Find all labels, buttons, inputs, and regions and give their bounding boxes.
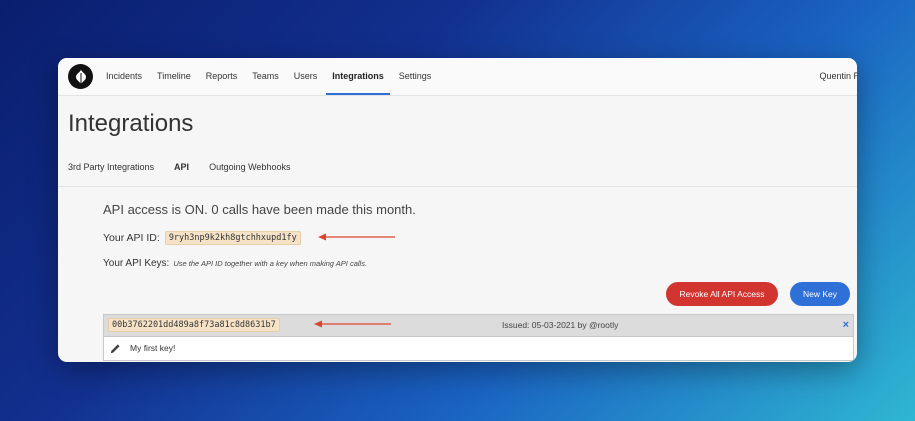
api-key-name-row: My first key!	[108, 339, 175, 357]
api-status-text: API access is ON. 0 calls have been made…	[103, 202, 416, 217]
api-id-value[interactable]: 9ryh3np9k2kh8gtchhxupd1fy	[164, 231, 301, 245]
api-key-issued: Issued: 05-03-2021 by @rootly	[502, 320, 619, 330]
api-key-panel: 00b3762201dd489a8f73a81c8d8631b7 Issued:…	[103, 314, 854, 361]
nav-item-reports[interactable]: Reports	[206, 58, 238, 95]
user-menu[interactable]: Quentin Ro	[819, 58, 857, 95]
api-key-value[interactable]: 00b3762201dd489a8f73a81c8d8631b7	[108, 318, 280, 332]
api-keys-label: Your API Keys:	[103, 258, 170, 269]
api-key-header: 00b3762201dd489a8f73a81c8d8631b7 Issued:…	[104, 315, 853, 337]
close-icon[interactable]: ×	[843, 315, 849, 336]
pencil-icon[interactable]	[108, 341, 122, 355]
nav-item-teams[interactable]: Teams	[252, 58, 279, 95]
rootly-logo-icon[interactable]	[68, 64, 93, 89]
nav-item-timeline[interactable]: Timeline	[157, 58, 191, 95]
api-id-label: Your API ID:	[103, 232, 160, 244]
app-window: Incidents Timeline Reports Teams Users I…	[58, 58, 857, 362]
nav-items: Incidents Timeline Reports Teams Users I…	[106, 58, 446, 95]
api-key-name: My first key!	[130, 343, 176, 353]
api-keys-row: Your API Keys: Use the API ID together wi…	[103, 258, 367, 269]
nav-item-users[interactable]: Users	[294, 58, 318, 95]
arrow-icon	[318, 233, 395, 241]
nav-item-settings[interactable]: Settings	[399, 58, 432, 95]
revoke-all-api-access-button[interactable]: Revoke All API Access	[666, 282, 778, 306]
tab-3rd-party-integrations[interactable]: 3rd Party Integrations	[68, 162, 154, 172]
nav-item-incidents[interactable]: Incidents	[106, 58, 142, 95]
tab-api[interactable]: API	[174, 162, 189, 172]
tab-outgoing-webhooks[interactable]: Outgoing Webhooks	[209, 162, 290, 172]
api-id-row: Your API ID: 9ryh3np9k2kh8gtchhxupd1fy	[103, 231, 301, 245]
api-keys-hint: Use the API ID together with a key when …	[173, 259, 368, 268]
nav-item-integrations[interactable]: Integrations	[326, 58, 390, 95]
arrow-icon	[314, 320, 391, 328]
page-title: Integrations	[68, 110, 194, 137]
tabs-divider	[58, 186, 857, 187]
subtabs: 3rd Party Integrations API Outgoing Webh…	[68, 162, 310, 172]
new-key-button[interactable]: New Key	[790, 282, 850, 306]
top-navigation: Incidents Timeline Reports Teams Users I…	[58, 58, 857, 96]
